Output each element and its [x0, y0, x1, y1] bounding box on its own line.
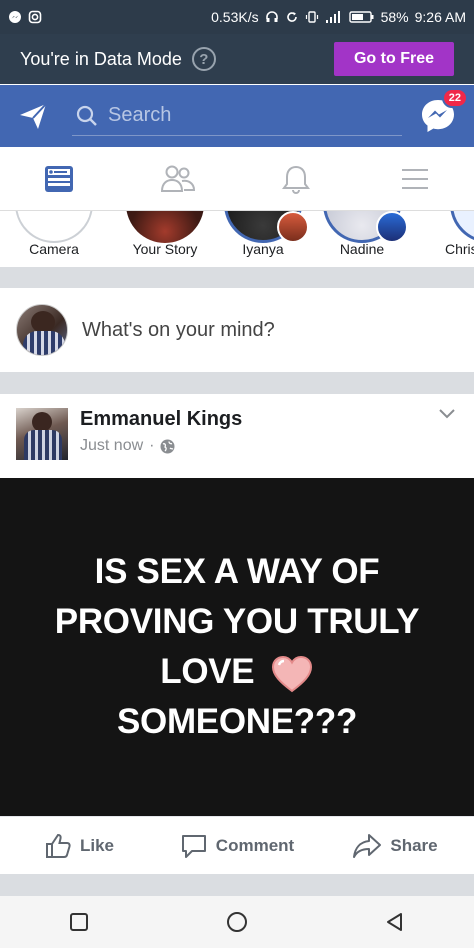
- composer-prompt: What's on your mind?: [82, 318, 275, 341]
- story-label: Camera: [29, 241, 79, 257]
- post-actions: Like Comment Share: [0, 816, 474, 874]
- search-icon: [76, 105, 97, 126]
- share-label: Share: [390, 835, 438, 855]
- section-divider: [0, 372, 474, 394]
- search-placeholder: Search: [108, 104, 172, 126]
- bell-icon: [282, 165, 311, 194]
- section-divider: [0, 874, 474, 896]
- post-text-line: SOMEONE???: [116, 702, 358, 741]
- thumbs-up-icon: [45, 833, 71, 858]
- battery-level: 58%: [380, 9, 409, 25]
- data-mode-text: You're in Data Mode: [20, 48, 182, 69]
- status-bar: 0.53K/s 58% 9:26 AM: [0, 0, 474, 34]
- globe-icon: [160, 439, 175, 453]
- chevron-down-icon[interactable]: [438, 408, 456, 420]
- share-icon: [353, 833, 382, 858]
- signal-icon: [325, 11, 340, 23]
- story-label: Your Story: [132, 241, 198, 257]
- messenger-notification-icon: [9, 11, 21, 23]
- story-avatar: [277, 211, 309, 243]
- friends-icon: [160, 165, 195, 192]
- home-icon[interactable]: [225, 910, 249, 934]
- user-avatar: [16, 304, 68, 356]
- comment-button[interactable]: Comment: [158, 817, 316, 874]
- data-mode-banner: You're in Data Mode ? Go to Free: [0, 34, 474, 84]
- app-header: Search 22: [0, 85, 474, 147]
- recent-apps-icon[interactable]: [68, 911, 90, 933]
- stories-strip: Camera Your Story Iyanya Nadine Chris: [0, 211, 474, 267]
- post-image[interactable]: IS SEX A WAY OF PROVING YOU TRULY LOVE S…: [0, 478, 474, 816]
- network-speed: 0.53K/s: [211, 9, 259, 25]
- instagram-notification-icon: [28, 10, 42, 24]
- author-name[interactable]: Emmanuel Kings: [80, 408, 242, 431]
- system-nav-bar: [0, 896, 474, 948]
- status-composer[interactable]: What's on your mind?: [0, 288, 474, 372]
- meta-separator: ·: [149, 437, 155, 454]
- author-avatar[interactable]: [16, 408, 68, 460]
- search-bar[interactable]: Search: [72, 96, 402, 136]
- section-divider: [0, 267, 474, 288]
- vibrate-icon: [305, 11, 318, 23]
- go-to-free-button[interactable]: Go to Free: [333, 42, 454, 76]
- story-avatar: [376, 211, 408, 243]
- send-icon[interactable]: [16, 99, 50, 133]
- menu-icon: [401, 168, 428, 189]
- story-label: Chris: [445, 241, 474, 257]
- post-time-text: Just now: [80, 437, 144, 454]
- story-label: Iyanya: [242, 241, 284, 257]
- post-header: Emmanuel Kings Just now ·: [0, 394, 474, 478]
- tab-bar: [0, 147, 474, 211]
- feed-icon: [45, 165, 74, 192]
- story-thumbnail: [126, 211, 204, 243]
- help-icon[interactable]: ?: [191, 47, 216, 71]
- share-button[interactable]: Share: [316, 817, 474, 874]
- story-label: Nadine: [339, 241, 385, 257]
- clock: 9:26 AM: [414, 9, 466, 25]
- comment-label: Comment: [215, 835, 295, 855]
- like-label: Like: [79, 835, 115, 855]
- post-text-line: PROVING YOU TRULY: [54, 602, 420, 641]
- tab-notifications[interactable]: [237, 147, 356, 210]
- post-text-line: LOVE: [160, 652, 255, 691]
- comment-icon: [181, 834, 206, 858]
- back-icon[interactable]: [384, 911, 406, 933]
- messenger-badge: 22: [441, 88, 468, 108]
- messenger-button[interactable]: 22: [418, 88, 468, 136]
- story-thumbnail: [450, 211, 474, 243]
- post-timestamp: Just now ·: [80, 437, 242, 455]
- tab-friends[interactable]: [119, 147, 238, 210]
- like-button[interactable]: Like: [0, 817, 158, 874]
- tab-news-feed[interactable]: [0, 147, 119, 210]
- post-text-line: IS SEX A WAY OF: [94, 552, 380, 591]
- battery-icon: [348, 11, 374, 23]
- sync-icon: [286, 12, 297, 22]
- camera-thumbnail: [15, 211, 93, 243]
- tab-menu[interactable]: [356, 147, 474, 210]
- heart-emoji-icon: [271, 655, 312, 693]
- headphones-icon: [265, 11, 278, 22]
- post-text-line-love: LOVE: [160, 647, 314, 697]
